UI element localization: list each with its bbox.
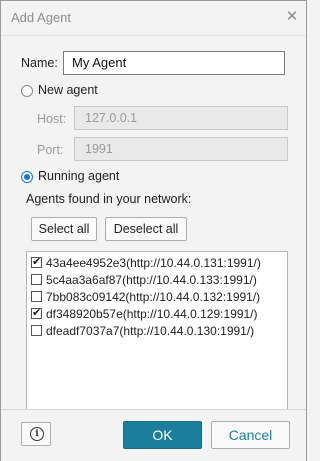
select-all-button[interactable]: Select all — [31, 217, 97, 241]
add-agent-dialog: Add Agent ✕ Name: My Agent New agent Hos… — [0, 0, 307, 461]
deselect-all-button[interactable]: Deselect all — [105, 217, 187, 241]
new-agent-radio[interactable] — [21, 85, 33, 97]
agent-checkbox[interactable]: ✔ — [31, 307, 42, 319]
title-bar: Add Agent ✕ — [1, 1, 306, 35]
running-agent-label: Running agent — [38, 169, 120, 183]
agent-label: dfeadf7037a7(http://10.44.0.130:1991/) — [46, 324, 255, 338]
dialog-footer: i OK Cancel — [1, 409, 306, 461]
agent-checkbox[interactable] — [31, 291, 42, 302]
agent-label: 43a4ee4952e3(http://10.44.0.131:1991/) — [46, 256, 261, 270]
info-button[interactable]: i — [21, 422, 51, 446]
agent-checkbox[interactable] — [31, 325, 42, 336]
agent-label: df348920b57e(http://10.44.0.129:1991/) — [46, 307, 258, 321]
agent-checkbox[interactable]: ✔ — [31, 256, 42, 268]
ok-button[interactable]: OK — [123, 421, 202, 449]
info-icon: i — [30, 427, 44, 441]
dialog-title: Add Agent — [11, 10, 71, 25]
agent-label: 5c4aa3a6af87(http://10.44.0.133:1991/) — [46, 273, 257, 287]
port-label: Port: — [37, 143, 64, 157]
name-field[interactable]: My Agent — [63, 51, 285, 75]
agents-found-label: Agents found in your network: — [26, 192, 192, 206]
running-agent-radio[interactable] — [21, 171, 33, 183]
agent-checkbox[interactable] — [31, 274, 42, 285]
name-label: Name: — [21, 56, 58, 70]
host-label: Host: — [37, 112, 67, 126]
host-field: 127.0.0.1 — [74, 106, 288, 130]
agent-label: 7bb083c09142(http://10.44.0.132:1991/) — [46, 290, 261, 304]
close-icon[interactable]: ✕ — [284, 9, 300, 25]
dialog-content: Name: My Agent New agent Host: 127.0.0.1… — [1, 35, 306, 417]
agents-list[interactable]: ✔ 43a4ee4952e3(http://10.44.0.131:1991/)… — [26, 251, 288, 417]
checkmark-icon: ✔ — [32, 307, 42, 319]
cancel-button[interactable]: Cancel — [211, 421, 290, 449]
checkmark-icon: ✔ — [32, 256, 42, 268]
new-agent-label: New agent — [38, 83, 98, 97]
port-field: 1991 — [74, 137, 288, 161]
